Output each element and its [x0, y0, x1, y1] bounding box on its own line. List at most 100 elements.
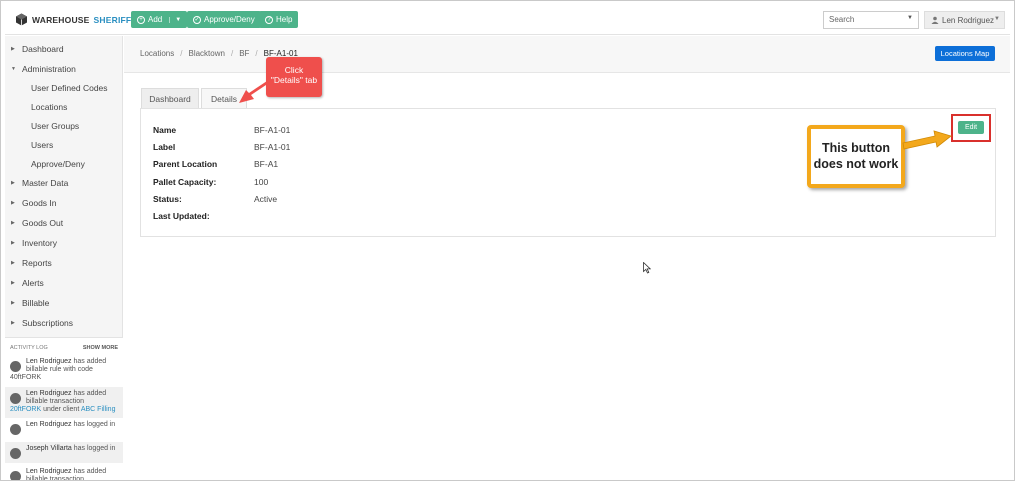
activity-entry-text: Len Rodriguez has added billable transac…	[26, 390, 107, 405]
sidebar-item-users[interactable]: Users	[31, 140, 53, 150]
sidebar-item-locations[interactable]: Locations	[31, 102, 67, 112]
search-placeholder: Search	[829, 15, 855, 24]
chevron-right-icon: ▶	[11, 200, 15, 206]
breadcrumb-separator: /	[180, 49, 183, 58]
field-value: BF-A1	[254, 159, 279, 169]
field-label: Parent Location	[153, 159, 218, 169]
breadcrumb-separator: /	[230, 49, 234, 58]
add-button[interactable]: + Add ▼	[131, 11, 188, 28]
highlight-box	[951, 114, 991, 142]
sidebar-item-master-data[interactable]: ▶ Master Data	[5, 178, 68, 188]
app-logo[interactable]: WAREHOUSE SHERIFF	[15, 13, 131, 26]
chevron-right-icon: ▶	[11, 180, 15, 186]
sidebar-item-administration[interactable]: ▼ Administration	[5, 64, 76, 74]
search-select[interactable]: Search ▼	[823, 11, 919, 29]
avatar-icon	[10, 448, 21, 459]
sidebar-item-label: Inventory	[22, 238, 57, 248]
field-value: 100	[254, 177, 269, 187]
field-label: Last Updated:	[153, 211, 210, 221]
callout-line: does not work	[813, 157, 899, 171]
activity-entry[interactable]: Len Rodriguez has added billable transac…	[5, 465, 123, 481]
chevron-down-icon: ▼	[994, 16, 1000, 22]
chevron-right-icon: ▶	[11, 320, 15, 326]
activity-link[interactable]: 20ftFORK	[10, 406, 41, 413]
sidebar-item-inventory[interactable]: ▶ Inventory	[5, 238, 57, 248]
sidebar-item-approve-deny[interactable]: Approve/Deny	[31, 159, 85, 169]
field-value: Active	[254, 194, 278, 204]
orange-arrow-icon	[902, 130, 952, 150]
user-name: Len Rodriguez	[942, 15, 995, 25]
chevron-right-icon: ▶	[11, 46, 15, 52]
help-button[interactable]: ? Help	[259, 11, 299, 28]
approve-deny-button-label: Approve/Deny	[204, 15, 255, 24]
chevron-down-icon: ▼	[907, 15, 913, 21]
field-label: Name	[153, 125, 177, 135]
chevron-right-icon: ▶	[11, 240, 15, 246]
sidebar-item-label: Alerts	[22, 278, 44, 288]
approve-deny-button[interactable]: ✓ Approve/Deny	[187, 11, 261, 28]
activity-entry[interactable]: Len Rodriguez has logged in	[5, 418, 123, 442]
field-label: Label	[153, 142, 176, 152]
user-menu[interactable]: Len Rodriguez ▼	[924, 11, 1005, 29]
avatar-icon	[10, 471, 21, 480]
chevron-down-icon: ▼	[11, 66, 16, 72]
avatar-icon	[10, 361, 21, 372]
locations-map-button[interactable]: Locations Map	[935, 46, 995, 61]
chevron-right-icon: ▶	[11, 220, 15, 226]
top-bar: WAREHOUSE SHERIFF + Add ▼ ✓ Approve/Deny …	[5, 5, 1010, 35]
field-label: Pallet Capacity:	[153, 177, 217, 187]
field-value: BF-A1-01	[254, 125, 291, 135]
screenshot-frame: WAREHOUSE SHERIFF + Add ▼ ✓ Approve/Deny …	[0, 0, 1015, 481]
sidebar-item-user-groups[interactable]: User Groups	[31, 121, 79, 131]
sidebar-item-subscriptions[interactable]: ▶ Subscriptions	[5, 318, 73, 328]
sidebar-item-label: Reports	[22, 258, 52, 268]
callout-line: This button	[821, 141, 891, 155]
warehouse-logo-icon	[16, 13, 27, 26]
breadcrumb-bar: Locations / Blacktown / BF / BF-A1-01 Lo…	[124, 36, 1010, 73]
logo-text-warehouse: WAREHOUSE	[32, 14, 90, 25]
sidebar-item-label: Master Data	[22, 178, 69, 188]
user-icon	[931, 16, 939, 24]
avatar-icon	[10, 393, 21, 404]
sidebar-item-user-defined-codes[interactable]: User Defined Codes	[31, 83, 108, 93]
activity-link[interactable]: ABC Filling	[81, 406, 116, 413]
sidebar-item-dashboard[interactable]: ▶ Dashboard	[5, 44, 64, 54]
activity-entry-text: Len Rodriguez has logged in	[26, 421, 116, 428]
chevron-down-icon[interactable]: ▼	[169, 16, 181, 23]
sidebar-item-goods-out[interactable]: ▶ Goods Out	[5, 218, 63, 228]
activity-entry-text: Len Rodriguez has added billable rule wi…	[26, 358, 107, 373]
breadcrumb-item[interactable]: Blacktown	[188, 49, 224, 58]
sidebar-item-billable[interactable]: ▶ Billable	[5, 298, 49, 308]
breadcrumb-separator: /	[255, 49, 258, 58]
sidebar-item-goods-in[interactable]: ▶ Goods In	[5, 198, 57, 208]
activity-entry-text: Joseph Villarta has logged in	[26, 445, 116, 452]
activity-entry-extra: 20ftFORK under client ABC Filling	[10, 406, 116, 413]
sidebar-item-label: Goods Out	[22, 218, 64, 228]
chevron-right-icon: ▶	[11, 280, 15, 286]
field-value: BF-A1-01	[254, 142, 291, 152]
activity-log-title: ACTIVITY LOG	[10, 345, 48, 351]
activity-entry-text: Len Rodriguez has added billable transac…	[26, 468, 107, 481]
red-arrow-icon	[239, 81, 269, 103]
sidebar-item-reports[interactable]: ▶ Reports	[5, 258, 52, 268]
chevron-right-icon: ▶	[11, 300, 15, 306]
breadcrumb-item[interactable]: Locations	[140, 49, 174, 58]
mouse-cursor-icon	[643, 262, 651, 274]
activity-entry[interactable]: Len Rodriguez has added billable rule wi…	[5, 355, 123, 385]
breadcrumb-item[interactable]: BF	[239, 49, 249, 58]
activity-log-header: ACTIVITY LOG SHOW MORE	[10, 345, 118, 351]
avatar-icon	[10, 424, 21, 435]
help-button-label: Help	[276, 15, 293, 24]
show-more-link[interactable]: SHOW MORE	[83, 345, 118, 351]
add-button-label: Add	[148, 15, 163, 24]
sidebar-item-label: Billable	[22, 298, 50, 308]
tab-dashboard[interactable]: Dashboard	[141, 88, 199, 109]
activity-log: ACTIVITY LOG SHOW MORE Len Rodriguez has…	[5, 337, 123, 481]
activity-entry[interactable]: Len Rodriguez has added billable transac…	[5, 387, 123, 418]
sidebar-item-alerts[interactable]: ▶ Alerts	[5, 278, 44, 288]
field-label: Status:	[153, 194, 182, 204]
activity-entry[interactable]: Joseph Villarta has logged in	[5, 442, 123, 463]
sidebar-item-label: Administration	[22, 64, 76, 74]
sidebar: ▶ Dashboard ▼ Administration User Defined …	[5, 36, 123, 481]
button-not-working-callout: This button does not work	[807, 125, 905, 188]
